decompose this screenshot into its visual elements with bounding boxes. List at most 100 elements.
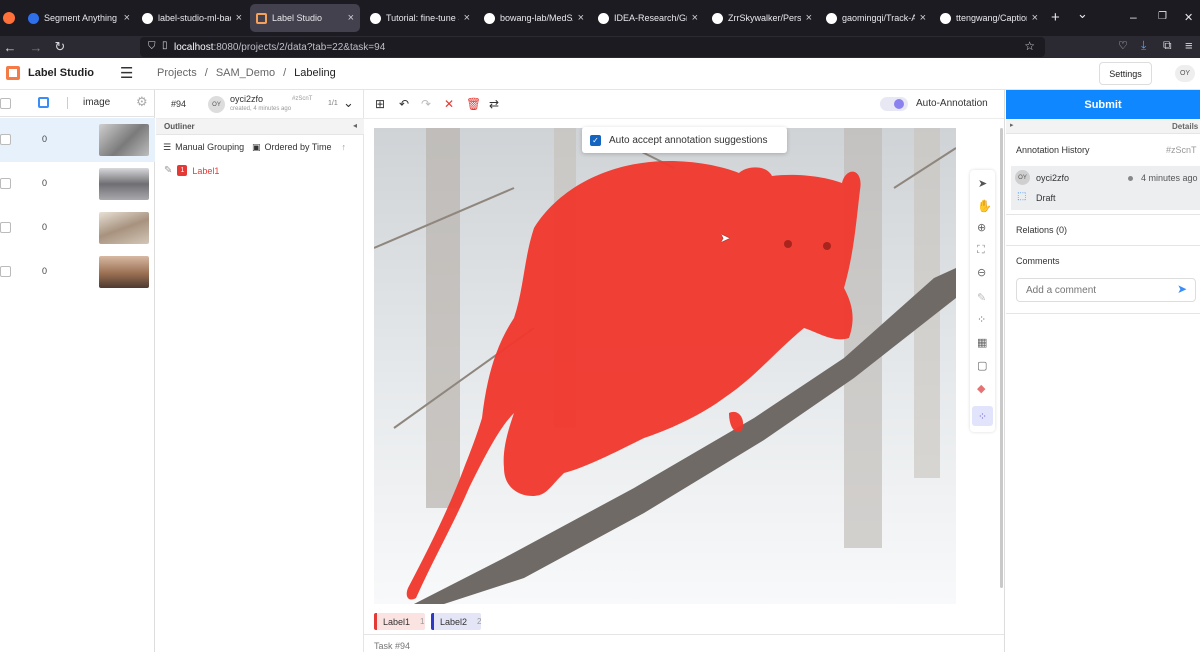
close-icon[interactable]: × [1032,12,1038,24]
image-canvas-svg [374,128,956,604]
view-grid-icon[interactable]: ⊞ [375,97,385,111]
relations-label[interactable]: Relations (0) [1016,225,1067,235]
region-item[interactable]: ✎ 1 Label1 [164,165,219,176]
breadcrumb-project[interactable]: SAM_Demo [216,67,275,79]
chevron-down-icon[interactable]: ⌄ [343,95,354,111]
image-column-header[interactable]: image [83,97,110,108]
reset-icon[interactable]: ✕ [444,97,454,111]
close-icon[interactable]: × [464,12,470,24]
settings-button[interactable]: Settings [1099,62,1152,85]
submit-button[interactable]: Submit [1006,90,1200,119]
draft-icon: ⬚ [1017,191,1027,202]
ordering-toggle[interactable]: ▣ Ordered by Time ↑ [252,142,346,153]
close-icon[interactable]: × [578,12,584,24]
tab-segment-anything[interactable]: Segment Anything | M × [22,4,136,32]
forward-arrow-icon[interactable]: → [26,40,46,55]
label-chip-label2[interactable]: Label2 2 [431,613,481,630]
comments-title: Comments [1016,256,1060,266]
label-studio-logo-icon [6,66,20,80]
swap-icon[interactable]: ⇄ [489,97,499,111]
smart-rectangle-tool-icon[interactable]: ▢ [977,359,987,372]
tab-list-button[interactable]: ⌄ [1077,6,1088,22]
keypoint-tool-icon[interactable]: ⁘ [977,313,986,326]
status-dot-icon [1128,176,1133,181]
hamburger-menu-icon[interactable]: ☰ [120,64,133,82]
task-row[interactable]: 0 [0,206,155,250]
pointer-tool-icon[interactable]: ➤ [978,177,987,190]
send-icon[interactable]: ➤ [1177,282,1187,296]
page-info-icon[interactable]: ▯ [162,40,168,51]
zoom-in-icon[interactable]: ⊕ [977,221,986,234]
region-label: Label1 [192,165,220,176]
close-icon[interactable]: × [920,12,926,24]
firefox-icon[interactable] [3,12,15,24]
select-all-checkbox[interactable] [0,98,11,109]
back-arrow-icon[interactable]: ← [0,40,20,55]
zoom-out-icon[interactable]: ⊖ [977,266,986,279]
footer-task-label: Task #94 [374,641,411,651]
new-tab-button[interactable]: + [1051,9,1060,26]
close-window-button[interactable]: ✕ [1184,11,1193,24]
grouping-toggle[interactable]: ☰ Manual Grouping [163,142,244,153]
close-icon[interactable]: × [348,12,354,24]
restore-button[interactable]: ❐ [1158,11,1167,22]
close-icon[interactable]: × [124,12,130,24]
annotation-info-bar: #94 OY oyci2zfo created, 4 minutes ago #… [156,90,364,119]
trash-icon[interactable]: 🗑 [466,97,481,111]
close-icon[interactable]: × [806,12,812,24]
hand-tool-icon[interactable]: ✋ [977,199,992,213]
tab-tutorial-sam[interactable]: Tutorial: fine-tune SAM × [364,4,476,32]
tab-grounded[interactable]: IDEA-Research/Ground × [592,4,704,32]
minimize-button[interactable]: – [1130,10,1137,24]
smart-keypoint-tool-icon[interactable]: ⁘ [972,406,993,426]
tab-caption-anything[interactable]: ttengwang/Caption-A × [934,4,1044,32]
tab-track-anything[interactable]: gaomingqi/Track-Anyt × [820,4,932,32]
pocket-icon[interactable]: ♡ [1118,39,1128,52]
task-annotation-count: 0 [42,266,48,276]
task-checkbox[interactable] [0,134,11,145]
rectangle-tool-icon[interactable]: ▦ [977,336,987,349]
task-list-header: image ⚙ [0,90,155,117]
download-icon[interactable]: ⤓ [1141,38,1146,53]
tab-personalize[interactable]: ZrrSkywalker/Personali × [706,4,818,32]
menu-icon[interactable]: ≡ [1185,38,1193,53]
gear-icon[interactable]: ⚙ [136,94,148,110]
grid-view-icon[interactable] [38,97,49,108]
extensions-icon[interactable]: ⧉ [1163,38,1172,53]
tab-label-studio-ml-backend[interactable]: label-studio-ml-backe × [136,4,248,32]
undo-icon[interactable]: ↶ [399,97,409,111]
eraser-tool-icon[interactable]: ◆ [977,382,985,395]
address-bar[interactable]: ⛉ ▯ localhost :8080/projects/2/data?tab=… [140,37,1045,57]
breadcrumb-projects[interactable]: Projects [157,67,197,79]
comment-input[interactable] [1016,278,1196,302]
tab-label-studio[interactable]: Label Studio × [250,4,360,32]
collapse-icon[interactable]: ◂ [353,121,357,130]
task-annotation-count: 0 [42,134,48,144]
task-checkbox[interactable] [0,222,11,233]
brush-tool-icon[interactable]: ✎ [977,291,986,304]
avatar[interactable]: OY [1175,65,1195,82]
close-icon[interactable]: × [236,12,242,24]
tab-medsam[interactable]: bowang-lab/MedSAM × [478,4,590,32]
canvas-scrollbar[interactable] [1000,128,1003,588]
close-icon[interactable]: × [692,12,698,24]
redo-icon[interactable]: ↷ [421,97,431,111]
task-row[interactable]: 0 [0,162,155,206]
task-checkbox[interactable] [0,266,11,277]
label-name: Label2 [440,616,468,627]
details-header[interactable]: ▸ Details [1006,120,1200,134]
task-row[interactable]: 0 [0,250,155,294]
task-annotation-count: 0 [42,178,48,188]
label-chip-label1[interactable]: Label1 1 [374,613,425,630]
fit-screen-icon[interactable]: ⛶ [977,244,985,257]
task-row[interactable]: 0 [0,118,155,162]
annotated-image[interactable] [374,128,956,604]
history-entry[interactable]: OY oyci2zfo 4 minutes ago ⬚ Draft [1011,166,1200,210]
auto-annotation-toggle[interactable] [880,97,908,111]
reload-icon[interactable]: ↻ [50,39,70,55]
task-checkbox[interactable] [0,178,11,189]
bookmark-star-icon[interactable]: ☆ [1024,39,1035,53]
animal-eye [823,242,831,250]
auto-accept-checkbox[interactable]: ✓ [590,134,601,146]
label-hotkey: 2 [477,617,482,626]
